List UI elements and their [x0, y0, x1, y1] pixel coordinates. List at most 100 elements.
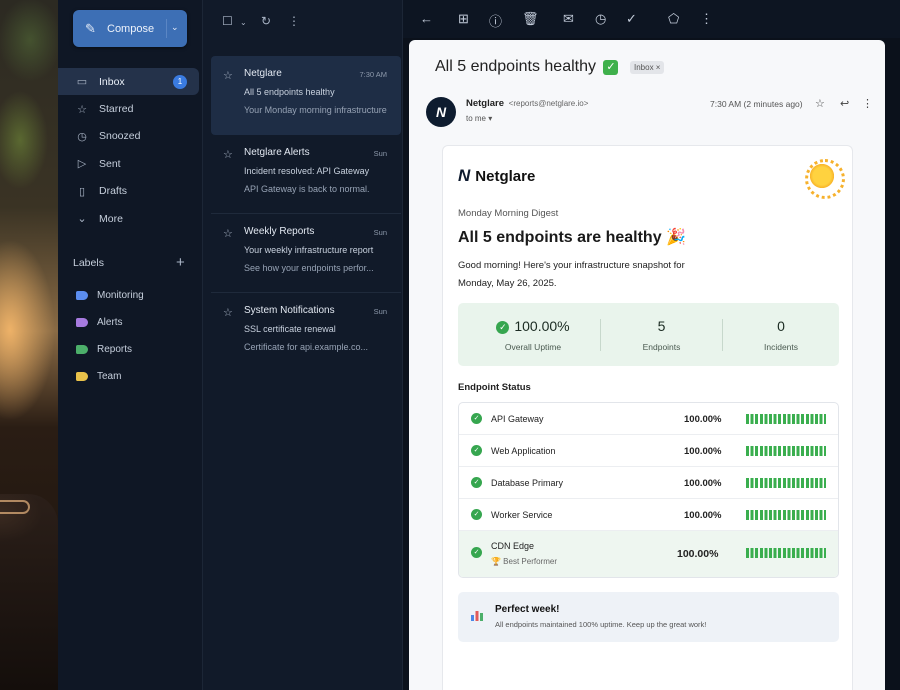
reading-pane: All 5 endpoints healthy ✓ Inbox × N Netg…	[409, 40, 885, 690]
recipient-toggle[interactable]: to me ▾	[466, 114, 492, 123]
stat-value: 0	[777, 318, 785, 334]
trash-icon[interactable]: 🗑	[522, 11, 539, 27]
stat-incidents: 0 Incidents	[723, 303, 839, 366]
mail-preview: See how your endpoints perfor...	[244, 263, 374, 273]
label-tag-icon	[76, 345, 88, 354]
snooze-icon[interactable]: ◷	[595, 11, 606, 27]
add-label-icon[interactable]: +	[176, 254, 185, 271]
sender-email: <reports@netglare.io>	[508, 99, 589, 108]
star-icon[interactable]: ☆	[815, 97, 825, 110]
list-item[interactable]: ☆ Netglare Alerts Sun Incident resolved:…	[211, 135, 401, 214]
inbox-icon: ▭	[76, 76, 88, 89]
mail-subject: SSL certificate renewal	[244, 324, 336, 334]
label-reports[interactable]: Reports	[76, 344, 132, 355]
more-vert-icon[interactable]: ⋮	[288, 14, 300, 28]
label-icon[interactable]: ⬠	[668, 11, 679, 27]
chevron-down-icon: ⌄	[77, 213, 87, 226]
archive-icon[interactable]: ⊞	[458, 11, 469, 27]
sidebar-item-drafts[interactable]: ▯ Drafts	[58, 178, 203, 205]
mail-preview: Certificate for api.example.co...	[244, 342, 369, 352]
more-vert-icon[interactable]: ⋮	[862, 97, 873, 110]
star-icon[interactable]: ☆	[223, 306, 233, 319]
netglare-logo-icon: N	[458, 166, 471, 185]
sidebar-item-snoozed[interactable]: ◷ Snoozed	[58, 123, 203, 150]
perfect-week-description: All endpoints maintained 100% uptime. Ke…	[495, 620, 707, 629]
table-row: ✓ Web Application 100.00%	[459, 435, 838, 467]
list-item[interactable]: ☆ Netglare 7:30 AM All 5 endpoints healt…	[211, 56, 401, 135]
check-circle-icon: ✓	[471, 547, 482, 558]
compose-label: Compose	[107, 22, 155, 35]
label-tag-icon	[76, 318, 88, 327]
stat-value: 100.00%	[514, 318, 570, 334]
star-icon[interactable]: ☆	[223, 69, 233, 82]
star-icon[interactable]: ☆	[223, 227, 233, 240]
back-arrow-icon[interactable]: ←	[420, 11, 433, 26]
endpoint-uptime: 100.00%	[684, 446, 722, 457]
inbox-chip[interactable]: Inbox ×	[630, 61, 665, 74]
label-monitoring[interactable]: Monitoring	[76, 290, 144, 301]
greeting-text: Good morning! Here's your infrastructure…	[458, 260, 685, 289]
mail-preview: API Gateway is back to normal.	[244, 184, 370, 194]
star-icon: ☆	[77, 103, 87, 116]
reply-icon[interactable]: ↩	[840, 97, 849, 110]
mail-subject: All 5 endpoints healthy	[244, 87, 335, 97]
stat-label: Incidents	[763, 342, 799, 352]
pencil-icon: ✎	[85, 21, 96, 36]
stat-label: Endpoints	[642, 342, 681, 352]
mail-time: Sun	[373, 149, 387, 158]
send-icon: ▷	[77, 158, 87, 171]
label-text: Reports	[97, 344, 133, 355]
checkmark-icon: ✓	[603, 60, 619, 75]
table-row: ✓ CDN Edge 🏆 Best Performer 100.00%	[459, 531, 838, 577]
sidebar-item-inbox[interactable]: ▭ Inbox 1	[58, 68, 199, 96]
mark-unread-icon[interactable]: ✉	[563, 11, 574, 27]
table-row: ✓ Database Primary 100.00%	[459, 467, 838, 499]
add-task-icon[interactable]: ✓	[626, 11, 637, 27]
sender-name: Netglare	[466, 98, 505, 109]
draft-icon: ▯	[78, 185, 86, 198]
sidebar-item-more[interactable]: ⌄ More	[58, 205, 203, 232]
chevron-down-icon[interactable]: ⌄	[171, 22, 179, 33]
stat-uptime: ✓ 100.00% Overall Uptime	[473, 303, 593, 366]
check-circle-icon: ✓	[471, 413, 482, 424]
check-circle-icon: ✓	[471, 477, 482, 488]
endpoint-name: CDN Edge	[491, 541, 535, 551]
label-text: Monitoring	[97, 290, 144, 301]
mail-time: Sun	[373, 307, 387, 316]
sidebar-item-starred[interactable]: ☆ Starred	[58, 95, 203, 122]
mail-time: 7:30 AM	[359, 70, 387, 79]
select-all-checkbox[interactable]: ☐	[222, 14, 233, 28]
compose-button[interactable]: ✎ Compose ⌄	[73, 10, 187, 47]
sidebar-item-label: Snoozed	[99, 130, 141, 143]
email-subject-text: All 5 endpoints healthy	[435, 58, 596, 75]
mail-preview: Your Monday morning infrastructure	[244, 105, 387, 115]
endpoint-name: Database Primary	[491, 478, 564, 488]
star-icon[interactable]: ☆	[223, 148, 233, 161]
stat-value: 5	[657, 318, 666, 334]
digest-label: Monday Morning Digest	[458, 208, 559, 219]
list-item[interactable]: ☆ Weekly Reports Sun Your weekly infrast…	[211, 214, 401, 293]
label-alerts[interactable]: Alerts	[76, 317, 123, 328]
info-icon[interactable]: ⓘ	[489, 11, 502, 30]
more-vert-icon[interactable]: ⋮	[700, 11, 713, 27]
stat-uptime-value: ✓ 100.00%	[473, 318, 593, 334]
email-body: N Netglare Monday Morning Digest All 5 e…	[442, 145, 853, 690]
perfect-week-banner: Perfect week! All endpoints maintained 1…	[458, 592, 839, 642]
sidebar-item-label: Starred	[99, 103, 134, 116]
endpoint-status-title: Endpoint Status	[458, 382, 531, 393]
message-time: 7:30 AM (2 minutes ago)	[710, 99, 803, 109]
sidebar-item-sent[interactable]: ▷ Sent	[58, 150, 203, 177]
labels-heading: Labels	[73, 257, 104, 269]
endpoint-uptime: 100.00%	[677, 548, 719, 560]
nav-list: ▭ Inbox 1 ☆ Starred ◷ Snoozed ▷ Sent ▯ D…	[58, 68, 203, 232]
label-team[interactable]: Team	[76, 371, 121, 382]
label-text: Alerts	[97, 317, 123, 328]
mug-rim	[0, 500, 30, 514]
list-item[interactable]: ☆ System Notifications Sun SSL certifica…	[211, 293, 401, 372]
stats-panel: ✓ 100.00% Overall Uptime 5 Endpoints 0 In…	[458, 303, 839, 366]
uptime-bars	[746, 548, 826, 558]
chevron-down-icon[interactable]: ⌄	[240, 18, 247, 27]
label-text: Team	[97, 371, 122, 382]
clock-icon: ◷	[77, 130, 87, 143]
refresh-icon[interactable]: ↻	[261, 14, 271, 28]
